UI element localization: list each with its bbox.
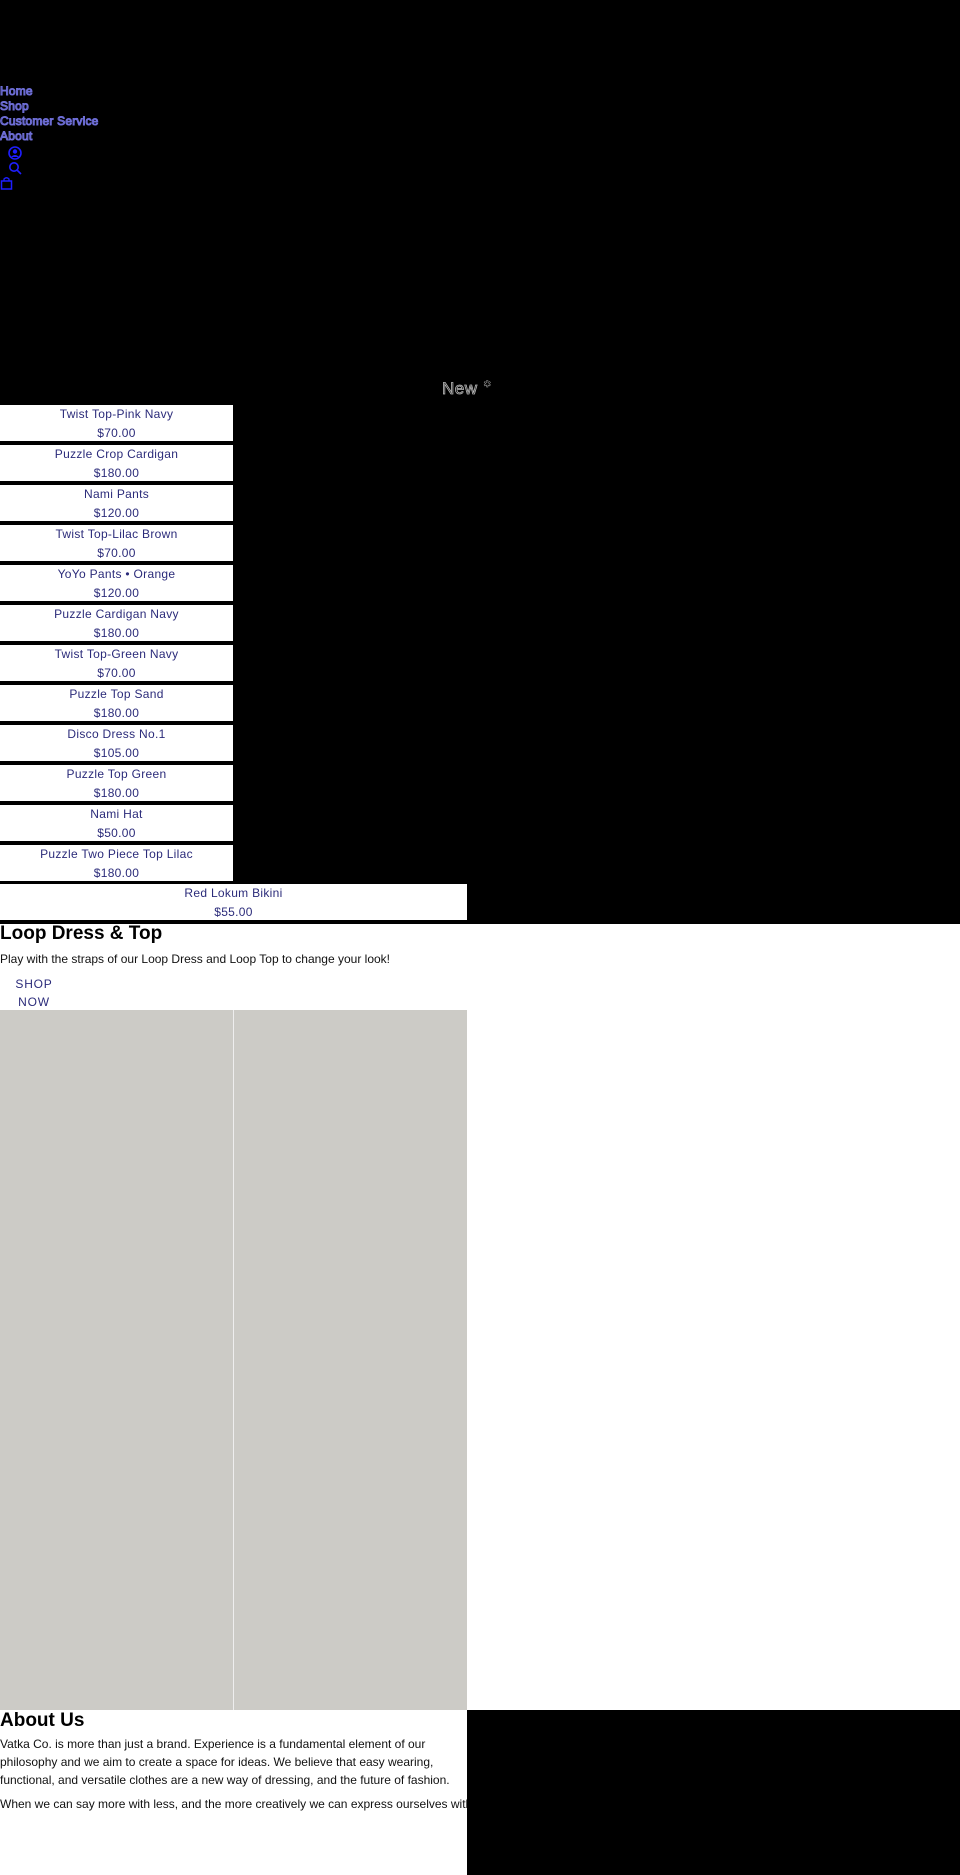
product-name[interactable]: Red Lokum Bikini bbox=[0, 884, 467, 902]
product-card[interactable]: YoYo Pants • Orange $120.00 bbox=[0, 565, 233, 601]
product-name[interactable]: Nami Pants bbox=[0, 485, 233, 503]
product-name[interactable]: Nami Hat bbox=[0, 805, 233, 823]
about-title: About Us bbox=[0, 1710, 85, 1731]
about-section: About Us Vatka Co. is more than just a b… bbox=[0, 1710, 467, 1875]
new-heading-text: New bbox=[442, 379, 478, 399]
product-price: $120.00 bbox=[93, 506, 140, 520]
product-name[interactable]: Twist Top-Green Navy bbox=[0, 645, 233, 663]
shop-now-line1: SHOP bbox=[15, 977, 53, 991]
nav-home[interactable]: Home bbox=[0, 84, 99, 99]
about-paragraph-1: Vatka Co. is more than just a brand. Exp… bbox=[0, 1737, 450, 1787]
product-name[interactable]: YoYo Pants • Orange bbox=[0, 565, 233, 583]
loop-section-description: Play with the straps of our Loop Dress a… bbox=[0, 952, 391, 966]
product-name[interactable]: Twist Top-Lilac Brown bbox=[0, 525, 233, 543]
loop-top-image[interactable] bbox=[234, 1010, 467, 1710]
nav-customer-service[interactable]: Customer Service bbox=[0, 114, 99, 129]
product-card[interactable]: Disco Dress No.1 $105.00 bbox=[0, 725, 233, 761]
new-section-heading: New ✱ bbox=[442, 379, 492, 399]
product-price: $180.00 bbox=[93, 626, 140, 640]
product-price: $105.00 bbox=[93, 746, 140, 760]
product-list: Twist Top-Pink Navy $70.00 Puzzle Crop Ca… bbox=[0, 405, 467, 920]
product-price: $70.00 bbox=[97, 426, 136, 440]
search-icon[interactable] bbox=[8, 161, 24, 176]
product-price: $70.00 bbox=[97, 666, 136, 680]
shop-now-button[interactable]: SHOP NOW bbox=[14, 975, 54, 1011]
product-name[interactable]: Puzzle Top Green bbox=[0, 765, 233, 783]
product-price: $120.00 bbox=[93, 586, 140, 600]
product-price: $55.00 bbox=[214, 905, 253, 919]
product-card[interactable]: Puzzle Two Piece Top Lilac $180.00 bbox=[0, 845, 233, 881]
product-card[interactable]: Puzzle Cardigan Navy $180.00 bbox=[0, 605, 233, 641]
product-price: $180.00 bbox=[93, 786, 140, 800]
loop-section-title: Loop Dress & Top bbox=[0, 923, 163, 944]
cart-icon[interactable] bbox=[0, 176, 16, 191]
product-name[interactable]: Disco Dress No.1 bbox=[0, 725, 233, 743]
product-card[interactable]: Puzzle Crop Cardigan $180.00 bbox=[0, 445, 233, 481]
product-card[interactable]: Twist Top-Lilac Brown $70.00 bbox=[0, 525, 233, 561]
product-card[interactable]: Puzzle Top Green $180.00 bbox=[0, 765, 233, 801]
product-name[interactable]: Twist Top-Pink Navy bbox=[0, 405, 233, 423]
about-paragraph-2: When we can say more with less, and the … bbox=[0, 1797, 467, 1811]
product-card[interactable]: Puzzle Top Sand $180.00 bbox=[0, 685, 233, 721]
product-name[interactable]: Puzzle Top Sand bbox=[0, 685, 233, 703]
product-card[interactable]: Nami Hat $50.00 bbox=[0, 805, 233, 841]
product-price: $50.00 bbox=[97, 826, 136, 840]
product-name[interactable]: Puzzle Cardigan Navy bbox=[0, 605, 233, 623]
product-card[interactable]: Twist Top-Green Navy $70.00 bbox=[0, 645, 233, 681]
shop-now-line2: NOW bbox=[18, 995, 50, 1009]
sparkle-icon: ✱ bbox=[483, 379, 492, 390]
nav-about[interactable]: About bbox=[0, 129, 99, 144]
product-price: $180.00 bbox=[93, 706, 140, 720]
product-name[interactable]: Puzzle Crop Cardigan bbox=[0, 445, 233, 463]
account-icon[interactable] bbox=[8, 146, 24, 161]
product-name[interactable]: Puzzle Two Piece Top Lilac bbox=[0, 845, 233, 863]
main-nav: Home Shop Customer Service About bbox=[0, 84, 99, 191]
nav-icons bbox=[0, 146, 99, 191]
product-card[interactable]: Nami Pants $120.00 bbox=[0, 485, 233, 521]
product-card[interactable]: Red Lokum Bikini $55.00 bbox=[0, 884, 467, 920]
product-card[interactable]: Twist Top-Pink Navy $70.00 bbox=[0, 405, 233, 441]
loop-dress-image[interactable] bbox=[0, 1010, 233, 1710]
product-price: $70.00 bbox=[97, 546, 136, 560]
product-price: $180.00 bbox=[93, 866, 140, 880]
product-price: $180.00 bbox=[93, 466, 140, 480]
nav-shop[interactable]: Shop bbox=[0, 99, 99, 114]
